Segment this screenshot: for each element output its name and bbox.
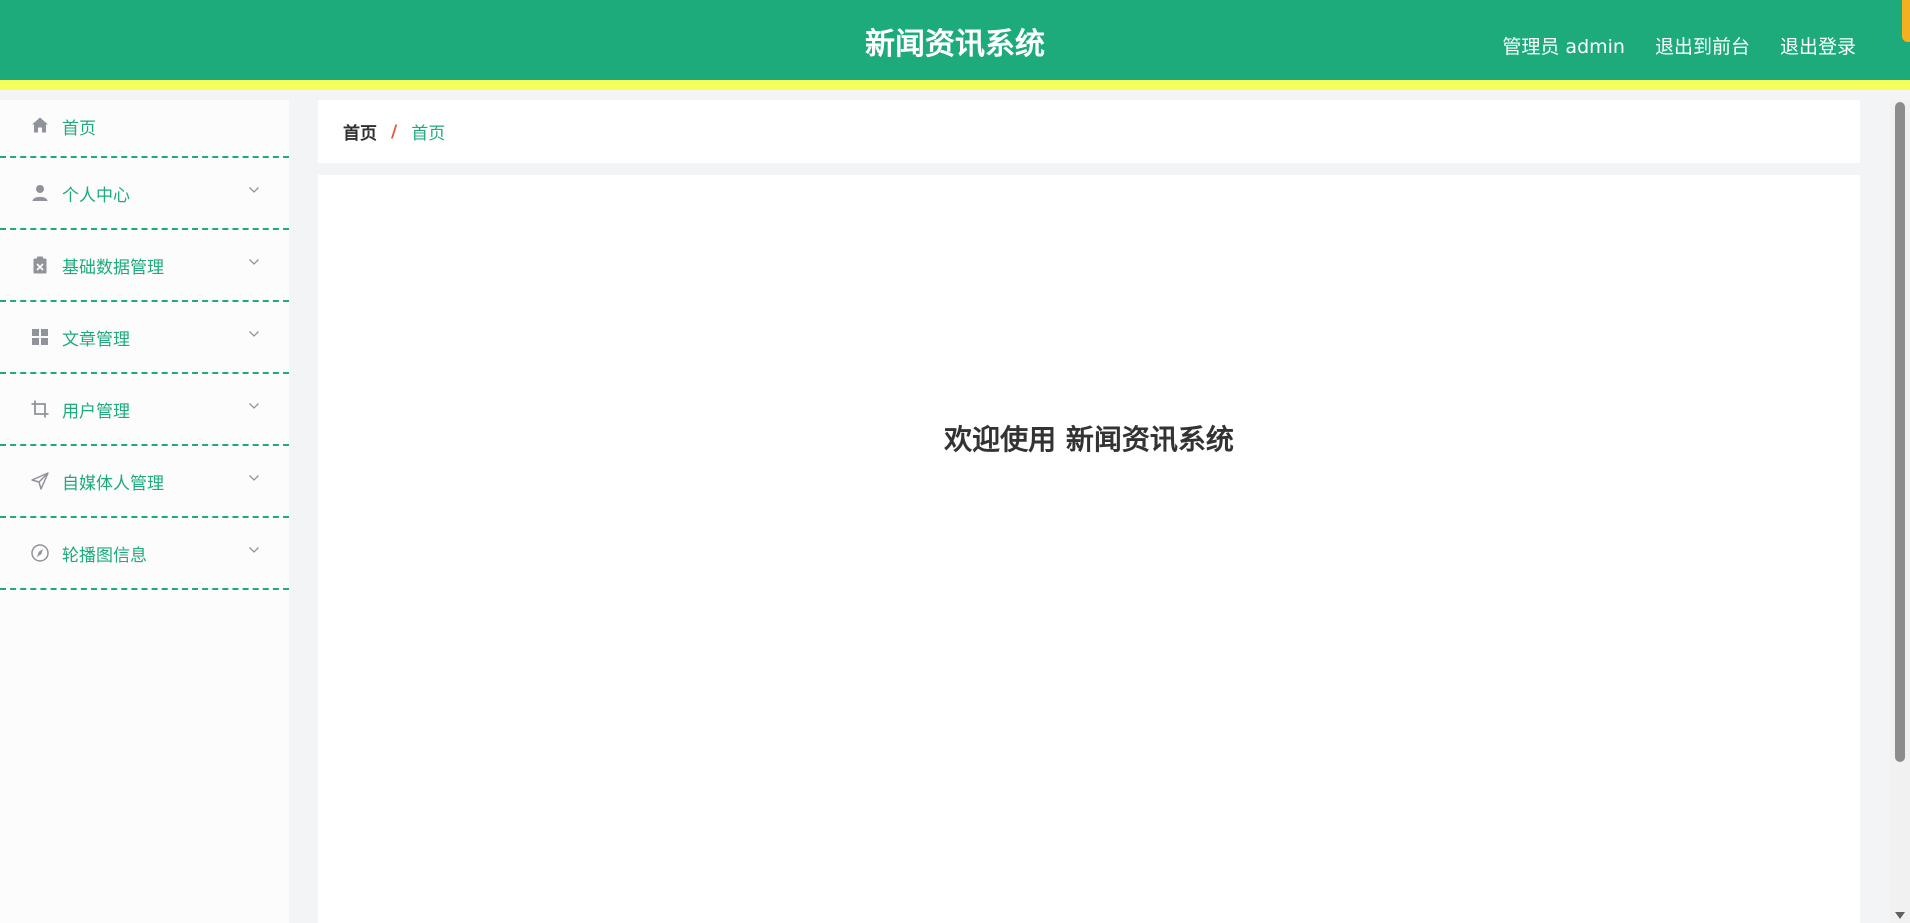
header-actions: 管理员 admin 退出到前台 退出登录	[1502, 0, 1856, 90]
chevron-down-icon	[249, 331, 259, 337]
sidebar-item-users[interactable]: 用户管理	[0, 374, 289, 446]
sidebar-item-carousel[interactable]: 轮播图信息	[0, 518, 289, 590]
sidebar-item-media-creators[interactable]: 自媒体人管理	[0, 446, 289, 518]
chevron-down-icon	[249, 475, 259, 481]
corner-accent	[1902, 0, 1910, 42]
logout-link[interactable]: 退出登录	[1780, 32, 1856, 59]
send-icon	[29, 470, 51, 492]
sidebar-item-label: 文章管理	[62, 329, 130, 350]
sidebar-item-articles[interactable]: 文章管理	[0, 302, 289, 374]
sidebar-item-label: 自媒体人管理	[62, 473, 164, 494]
grid-icon	[29, 326, 51, 348]
admin-user-label: 管理员 admin	[1502, 35, 1625, 58]
chevron-down-icon	[249, 259, 259, 265]
scrollbar-thumb[interactable]	[1895, 102, 1905, 762]
user-icon	[29, 182, 51, 204]
main-content: 欢迎使用 新闻资讯系统	[318, 175, 1860, 923]
sidebar-item-label: 轮播图信息	[62, 545, 147, 566]
breadcrumb: 首页 / 首页	[318, 100, 1860, 163]
sidebar-item-label: 用户管理	[62, 401, 130, 422]
compass-icon	[29, 542, 51, 564]
sidebar-item-personal-center[interactable]: 个人中心	[0, 158, 289, 230]
chevron-down-icon	[249, 547, 259, 553]
top-header: 新闻资讯系统 管理员 admin 退出到前台 退出登录	[0, 0, 1910, 90]
sidebar-item-home[interactable]: 首页	[0, 100, 289, 158]
sidebar-item-label: 首页	[62, 119, 96, 139]
scroll-down-arrow-icon[interactable]	[1895, 912, 1905, 919]
app-root: 新闻资讯系统 管理员 admin 退出到前台 退出登录 首页 个人中心 基础数据	[0, 0, 1910, 923]
crop-icon	[29, 398, 51, 420]
breadcrumb-current: 首页	[411, 124, 446, 144]
exit-to-frontend-link[interactable]: 退出到前台	[1655, 32, 1750, 59]
breadcrumb-separator: /	[391, 121, 398, 142]
sidebar-menu: 首页 个人中心 基础数据管理 文章管理 用户管理 自媒体人管理 轮播图信息	[0, 100, 289, 923]
home-icon	[29, 114, 51, 136]
sidebar-item-label: 个人中心	[62, 185, 130, 206]
sidebar-item-basic-data[interactable]: 基础数据管理	[0, 230, 289, 302]
welcome-message: 欢迎使用 新闻资讯系统	[944, 423, 1234, 456]
chevron-down-icon	[249, 403, 259, 409]
page-scrollbar[interactable]	[1890, 100, 1910, 923]
clipboard-icon	[29, 254, 51, 276]
breadcrumb-root[interactable]: 首页	[343, 119, 377, 144]
sidebar-item-label: 基础数据管理	[62, 257, 164, 278]
chevron-down-icon	[249, 187, 259, 193]
